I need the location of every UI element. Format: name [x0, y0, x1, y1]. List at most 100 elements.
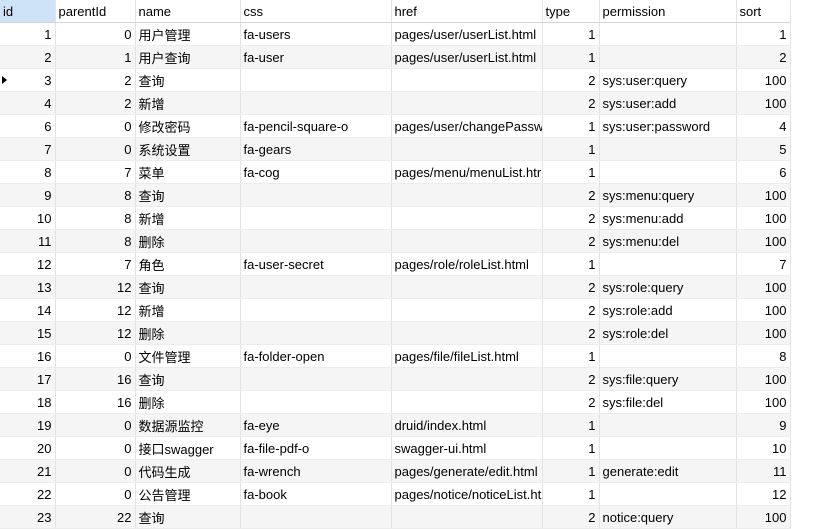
table-row[interactable]: 23 22 查询 2 notice:query 100	[0, 505, 791, 529]
cell-name[interactable]: 查询	[135, 275, 241, 299]
cell-name[interactable]: 系统设置	[135, 137, 241, 161]
cell-href[interactable]	[391, 229, 543, 253]
cell-sort[interactable]: 100	[736, 183, 791, 207]
cell-css[interactable]: fa-file-pdf-o	[240, 436, 392, 460]
cell-css[interactable]: fa-folder-open	[240, 344, 392, 368]
cell-parentId[interactable]: 1	[55, 45, 136, 69]
cell-sort[interactable]: 100	[736, 275, 791, 299]
cell-href[interactable]: pages/role/roleList.html	[391, 252, 543, 276]
cell-id[interactable]: 2	[0, 45, 56, 69]
cell-sort[interactable]: 7	[736, 252, 791, 276]
cell-parentId[interactable]: 0	[55, 22, 136, 46]
cell-permission[interactable]	[599, 344, 737, 368]
table-row[interactable]: 1 0 用户管理 fa-users pages/user/userList.html 1 1	[0, 22, 791, 46]
cell-css[interactable]: fa-eye	[240, 413, 392, 437]
cell-parentId[interactable]: 16	[55, 367, 136, 391]
cell-type[interactable]: 1	[542, 160, 600, 184]
cell-sort[interactable]: 1	[736, 22, 791, 46]
cell-name[interactable]: 代码生成	[135, 459, 241, 483]
cell-css[interactable]: fa-book	[240, 482, 392, 506]
cell-css[interactable]	[240, 298, 392, 322]
cell-name[interactable]: 数据源监控	[135, 413, 241, 437]
cell-sort[interactable]: 100	[736, 367, 791, 391]
cell-parentId[interactable]: 2	[55, 91, 136, 115]
cell-id[interactable]: 7	[0, 137, 56, 161]
cell-permission[interactable]	[599, 482, 737, 506]
table-row[interactable]: 20 0 接口swagger fa-file-pdf-o swagger-ui.html…	[0, 436, 791, 460]
cell-css[interactable]: fa-user	[240, 45, 392, 69]
cell-type[interactable]: 1	[542, 413, 600, 437]
cell-href[interactable]	[391, 390, 543, 414]
cell-id[interactable]: 23	[0, 505, 56, 529]
cell-css[interactable]	[240, 91, 392, 115]
cell-css[interactable]: fa-cog	[240, 160, 392, 184]
cell-css[interactable]: fa-wrench	[240, 459, 392, 483]
cell-permission[interactable]	[599, 45, 737, 69]
cell-name[interactable]: 菜单	[135, 160, 241, 184]
table-row[interactable]: 14 12 新增 2 sys:role:add 100	[0, 298, 791, 322]
cell-css[interactable]	[240, 229, 392, 253]
cell-type[interactable]: 2	[542, 229, 600, 253]
cell-id[interactable]: 6	[0, 114, 56, 138]
cell-href[interactable]	[391, 298, 543, 322]
cell-href[interactable]: pages/menu/menuList.htr	[391, 160, 543, 184]
cell-id[interactable]: 14	[0, 298, 56, 322]
cell-name[interactable]: 修改密码	[135, 114, 241, 138]
cell-href[interactable]	[391, 505, 543, 529]
cell-parentId[interactable]: 7	[55, 252, 136, 276]
column-header-parentId[interactable]: parentId	[55, 0, 136, 23]
cell-type[interactable]: 2	[542, 183, 600, 207]
table-row[interactable]: 17 16 查询 2 sys:file:query 100	[0, 367, 791, 391]
cell-parentId[interactable]: 16	[55, 390, 136, 414]
cell-href[interactable]	[391, 321, 543, 345]
cell-id[interactable]: 8	[0, 160, 56, 184]
cell-css[interactable]: fa-user-secret	[240, 252, 392, 276]
table-row[interactable]: 8 7 菜单 fa-cog pages/menu/menuList.htr 1 6	[0, 160, 791, 184]
cell-permission[interactable]: sys:menu:del	[599, 229, 737, 253]
cell-permission[interactable]: sys:file:query	[599, 367, 737, 391]
cell-id[interactable]: 21	[0, 459, 56, 483]
cell-parentId[interactable]: 0	[55, 137, 136, 161]
cell-name[interactable]: 删除	[135, 229, 241, 253]
cell-type[interactable]: 1	[542, 344, 600, 368]
cell-permission[interactable]: sys:menu:query	[599, 183, 737, 207]
cell-name[interactable]: 公告管理	[135, 482, 241, 506]
cell-parentId[interactable]: 8	[55, 183, 136, 207]
cell-href[interactable]: druid/index.html	[391, 413, 543, 437]
cell-permission[interactable]	[599, 160, 737, 184]
cell-type[interactable]: 2	[542, 206, 600, 230]
cell-permission[interactable]	[599, 22, 737, 46]
cell-href[interactable]	[391, 206, 543, 230]
cell-permission[interactable]: sys:role:query	[599, 275, 737, 299]
cell-id[interactable]: 20	[0, 436, 56, 460]
cell-sort[interactable]: 100	[736, 206, 791, 230]
cell-href[interactable]	[391, 137, 543, 161]
cell-sort[interactable]: 2	[736, 45, 791, 69]
cell-name[interactable]: 删除	[135, 321, 241, 345]
cell-parentId[interactable]: 0	[55, 436, 136, 460]
cell-sort[interactable]: 100	[736, 229, 791, 253]
table-row[interactable]: 18 16 删除 2 sys:file:del 100	[0, 390, 791, 414]
cell-parentId[interactable]: 0	[55, 482, 136, 506]
cell-name[interactable]: 用户管理	[135, 22, 241, 46]
cell-css[interactable]	[240, 321, 392, 345]
cell-sort[interactable]: 6	[736, 160, 791, 184]
column-header-name[interactable]: name	[135, 0, 241, 23]
cell-href[interactable]: pages/file/fileList.html	[391, 344, 543, 368]
cell-sort[interactable]: 5	[736, 137, 791, 161]
cell-permission[interactable]	[599, 252, 737, 276]
cell-id[interactable]: 17	[0, 367, 56, 391]
table-row[interactable]: 22 0 公告管理 fa-book pages/notice/noticeList.ht…	[0, 482, 791, 506]
cell-parentId[interactable]: 12	[55, 321, 136, 345]
cell-permission[interactable]: sys:role:add	[599, 298, 737, 322]
cell-name[interactable]: 用户查询	[135, 45, 241, 69]
cell-permission[interactable]: sys:user:query	[599, 68, 737, 92]
table-row[interactable]: 11 8 删除 2 sys:menu:del 100	[0, 229, 791, 253]
cell-sort[interactable]: 10	[736, 436, 791, 460]
cell-permission[interactable]	[599, 413, 737, 437]
cell-permission[interactable]: sys:user:password	[599, 114, 737, 138]
cell-type[interactable]: 1	[542, 436, 600, 460]
cell-id[interactable]: 11	[0, 229, 56, 253]
cell-sort[interactable]: 8	[736, 344, 791, 368]
cell-href[interactable]: swagger-ui.html	[391, 436, 543, 460]
